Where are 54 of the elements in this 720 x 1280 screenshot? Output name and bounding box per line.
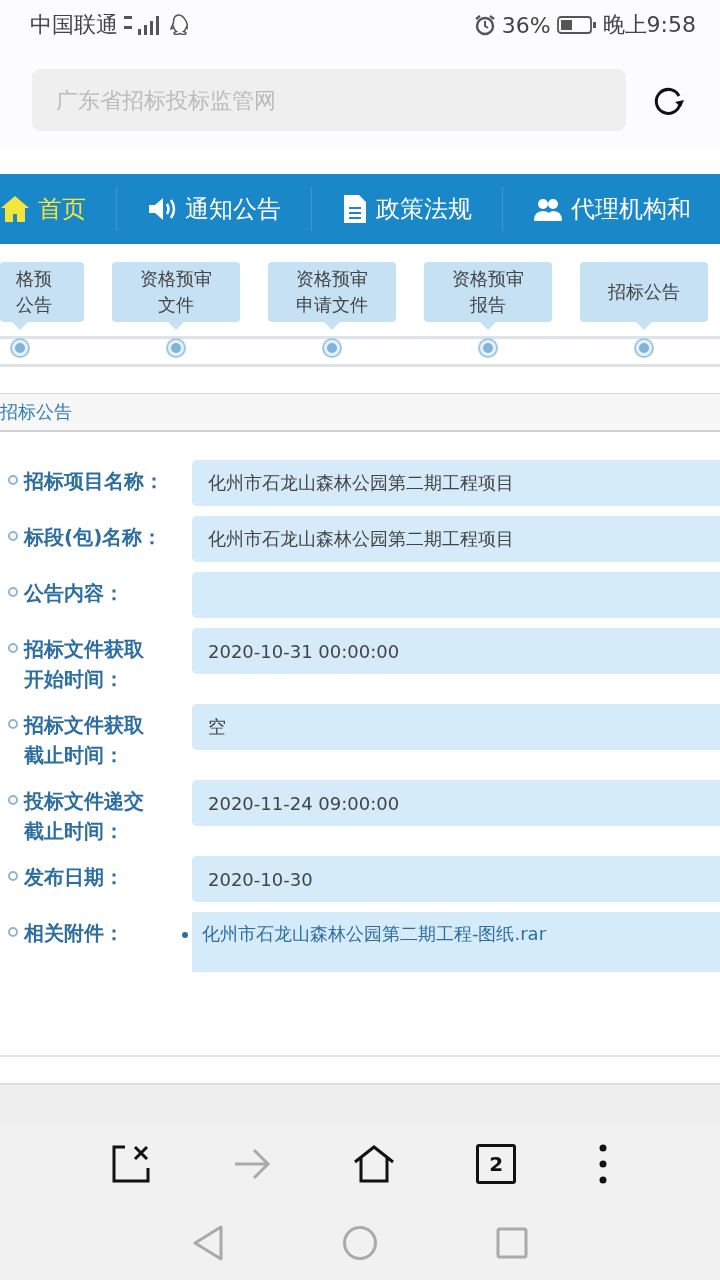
field-value: 2020-10-31 00:00:00: [208, 640, 400, 662]
field-label: 招标项目名称：: [24, 468, 164, 495]
step-dot-icon: [12, 340, 28, 356]
field-value: 空: [208, 715, 226, 739]
penguin-icon: [170, 14, 188, 36]
step-label[interactable]: 格预公告: [0, 262, 84, 322]
bullet-icon: [8, 531, 18, 541]
callout-pointer: [12, 322, 28, 330]
field-label: 相关附件：: [24, 920, 124, 947]
section-title: 招标公告: [0, 400, 72, 424]
step-dot-icon: [168, 340, 184, 356]
step-dot-icon: [324, 340, 340, 356]
field-value: 2020-10-30: [208, 868, 313, 890]
clock-time: 晚上9:58: [602, 11, 696, 39]
field-label: 招标文件获取截止时间：: [24, 712, 145, 769]
bullet-icon: [8, 587, 18, 597]
field-label: 公告内容：: [24, 580, 124, 607]
alarm-icon: [473, 14, 496, 36]
bullet-icon: [8, 871, 18, 881]
field-value: 化州市石龙山森林公园第二期工程项目: [208, 471, 514, 495]
battery-icon: [556, 15, 597, 35]
document-icon: [342, 194, 368, 224]
attachment-link[interactable]: 化州市石龙山森林公园第二期工程-图纸.rar: [202, 922, 547, 946]
bullet-icon: [8, 719, 18, 729]
nav-tab[interactable]: 通知公告: [117, 174, 311, 244]
tab-count[interactable]: 2: [476, 1144, 517, 1184]
step-label[interactable]: 资格预审文件: [112, 262, 240, 322]
home-icon[interactable]: [352, 1144, 395, 1184]
callout-pointer: [480, 322, 496, 330]
close-tab-icon[interactable]: [110, 1144, 151, 1184]
field-label: 发布日期：: [24, 864, 124, 891]
field-value: 2020-11-24 09:00:00: [208, 792, 400, 814]
battery-percent: 36%: [501, 12, 551, 38]
step-label[interactable]: 招标公告: [580, 262, 708, 322]
step-dot-icon: [480, 340, 496, 356]
callout-pointer: [168, 322, 184, 330]
bullet-icon: [8, 927, 18, 937]
nav-tab[interactable]: 政策法规: [312, 174, 502, 244]
field-label: 投标文件递交截止时间：: [24, 788, 145, 845]
field-label: 招标文件获取开始时间：: [24, 636, 145, 693]
step-label[interactable]: 资格预审报告: [424, 262, 552, 322]
step-dot-icon: [636, 340, 652, 356]
house-icon: [0, 194, 30, 224]
bullet-icon: [8, 795, 18, 805]
step-label[interactable]: 资格预审申请文件: [268, 262, 396, 322]
callout-pointer: [324, 322, 340, 330]
field-label: 标段(包)名称：: [24, 524, 163, 551]
bullet-icon: [8, 475, 18, 485]
callout-pointer: [636, 322, 652, 330]
carrier-name: 中国联通: [30, 11, 118, 39]
field-value: 化州市石龙山森林公园第二期工程项目: [208, 527, 514, 551]
bullet-icon: [182, 932, 188, 938]
nav-tab[interactable]: 代理机构和: [503, 174, 720, 244]
bullet-icon: [8, 643, 18, 653]
